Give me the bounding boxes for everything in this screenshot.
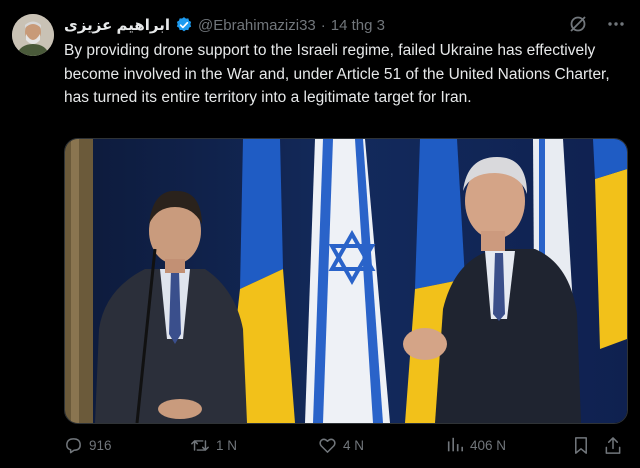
like-count: 4 N (343, 437, 365, 453)
share-icon (604, 436, 622, 455)
tweet[interactable]: ابراهیم عزیزی @Ebrahimazizi33 · 14 thg 3 (0, 0, 640, 468)
repost-button[interactable]: 1 N (190, 436, 237, 455)
tweet-header: ابراهیم عزیزی @Ebrahimazizi33 · 14 thg 3 (64, 14, 385, 36)
timestamp[interactable]: 14 thg 3 (331, 17, 385, 34)
like-icon (318, 436, 337, 455)
avatar[interactable] (12, 14, 54, 56)
share-button[interactable] (604, 436, 622, 455)
reply-button[interactable]: 916 (64, 436, 112, 455)
verified-badge-icon (175, 16, 193, 34)
bookmark-button[interactable] (572, 436, 590, 455)
author-handle[interactable]: @Ebrahimazizi33 (198, 17, 316, 34)
repost-count: 1 N (216, 437, 238, 453)
bookmark-icon (572, 436, 590, 455)
separator-dot: · (320, 16, 326, 34)
tweet-text: By providing drone support to the Israel… (64, 42, 610, 106)
like-button[interactable]: 4 N (318, 436, 364, 455)
repost-icon (190, 436, 210, 455)
tweet-photo[interactable] (64, 138, 628, 424)
grok-icon[interactable] (568, 14, 588, 34)
action-bar: 916 1 N 4 N 406 N (64, 432, 624, 458)
top-actions (568, 14, 626, 34)
views-button[interactable]: 406 N (446, 436, 506, 454)
author-name[interactable]: ابراهیم عزیزی (64, 16, 170, 34)
views-icon (446, 436, 464, 454)
views-count: 406 N (470, 437, 507, 453)
more-icon[interactable] (606, 14, 626, 34)
reply-count: 916 (89, 437, 112, 453)
reply-icon (64, 436, 83, 455)
